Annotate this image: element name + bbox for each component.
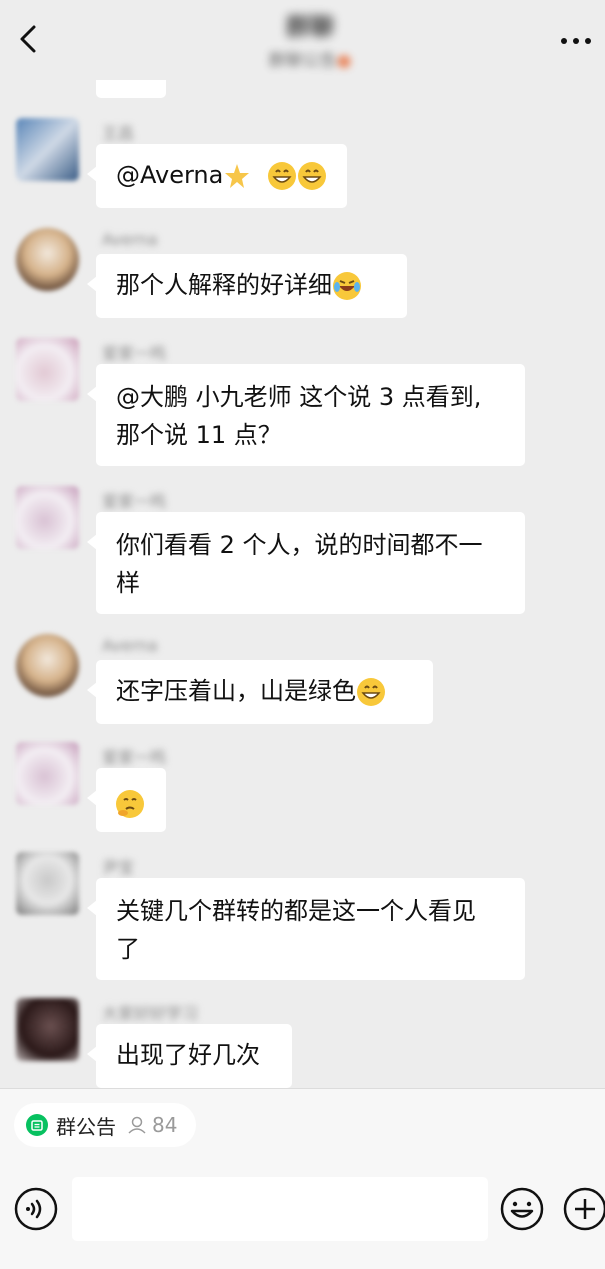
avatar[interactable]	[16, 228, 79, 291]
group-notice-chip[interactable]: 群公告 84	[14, 1103, 196, 1147]
more-options-icon[interactable]	[555, 26, 597, 56]
message-bubble[interactable]: @大鹏 小九老师 这个说 3 点看到, 那个说 11 点？	[87, 364, 525, 466]
emoji-picker-icon[interactable]	[499, 1186, 545, 1232]
message-bubble[interactable]: 还字压着山，山是绿色	[87, 660, 433, 724]
message-line: 关键几个群转的都是这一个人看见	[116, 897, 476, 925]
sender-name: 爱家一鸣	[102, 344, 167, 363]
message-text: 还字压着山，山是绿色	[116, 677, 356, 705]
message-line: 了	[116, 935, 140, 963]
chat-title: 群聊	[286, 13, 334, 41]
sender-name: 爱家一鸣	[102, 492, 167, 511]
message-bubble[interactable]: 出现了好几次	[87, 1024, 292, 1088]
message-input[interactable]	[72, 1177, 488, 1241]
plus-icon[interactable]	[562, 1186, 605, 1232]
message-line: 你们看看 2 个人，说的时间都不一	[116, 531, 483, 559]
back-arrow-icon[interactable]	[14, 22, 44, 56]
notice-label: 群公告	[56, 1114, 116, 1139]
grin-emoji-icon	[297, 162, 326, 190]
avatar[interactable]	[16, 742, 79, 805]
avatar[interactable]	[16, 998, 79, 1061]
avatar[interactable]	[16, 852, 79, 915]
message-list[interactable]: 王昌 @Averna Averna 那个人解释的好详细 爱家一鸣 @大鹏 小九老…	[0, 80, 605, 1088]
sender-name: Averna	[102, 636, 158, 655]
chat-header: 群聊 群聊公告●	[0, 0, 605, 80]
star-emoji-icon	[225, 164, 250, 188]
message-bubble[interactable]	[96, 80, 166, 98]
message-text: @Averna	[116, 161, 224, 189]
input-area: 群公告 84	[0, 1089, 605, 1269]
voice-input-icon[interactable]	[14, 1187, 58, 1231]
grin-emoji-icon	[267, 162, 296, 190]
laugh-cry-emoji-icon	[333, 272, 361, 300]
hmm-emoji-icon	[116, 790, 144, 818]
message-bubble[interactable]: @Averna	[87, 144, 347, 208]
avatar[interactable]	[16, 486, 79, 549]
sender-name: 爱家一鸣	[102, 748, 167, 767]
avatar[interactable]	[16, 634, 79, 697]
message-line: @大鹏 小九老师 这个说 3 点看到,	[116, 383, 482, 411]
chat-title-block: 群聊 群聊公告●	[170, 8, 450, 74]
message-bubble[interactable]: 那个人解释的好详细	[87, 254, 407, 318]
avatar[interactable]	[16, 118, 79, 181]
message-text: 那个人解释的好详细	[116, 271, 332, 299]
sender-name: 尹宝	[102, 858, 135, 877]
message-bubble[interactable]	[87, 768, 166, 832]
message-bubble[interactable]: 你们看看 2 个人，说的时间都不一 样	[87, 512, 525, 614]
sender-name: 大家好好学习	[102, 1004, 199, 1023]
message-bubble[interactable]: 关键几个群转的都是这一个人看见 了	[87, 878, 525, 980]
message-text: 出现了好几次	[116, 1041, 260, 1069]
message-line: 样	[116, 569, 140, 597]
member-count: 84	[152, 1113, 178, 1137]
sender-name: Averna	[102, 230, 158, 249]
avatar[interactable]	[16, 338, 79, 401]
notice-icon	[26, 1114, 48, 1136]
grin-emoji-icon	[357, 678, 385, 706]
member-icon	[128, 1116, 146, 1134]
message-line: 那个说 11 点？	[116, 421, 282, 449]
sender-name: 王昌	[102, 124, 135, 143]
chat-subtitle-text: 群聊公告	[268, 51, 337, 71]
chat-subtitle: 群聊公告●	[268, 51, 352, 71]
